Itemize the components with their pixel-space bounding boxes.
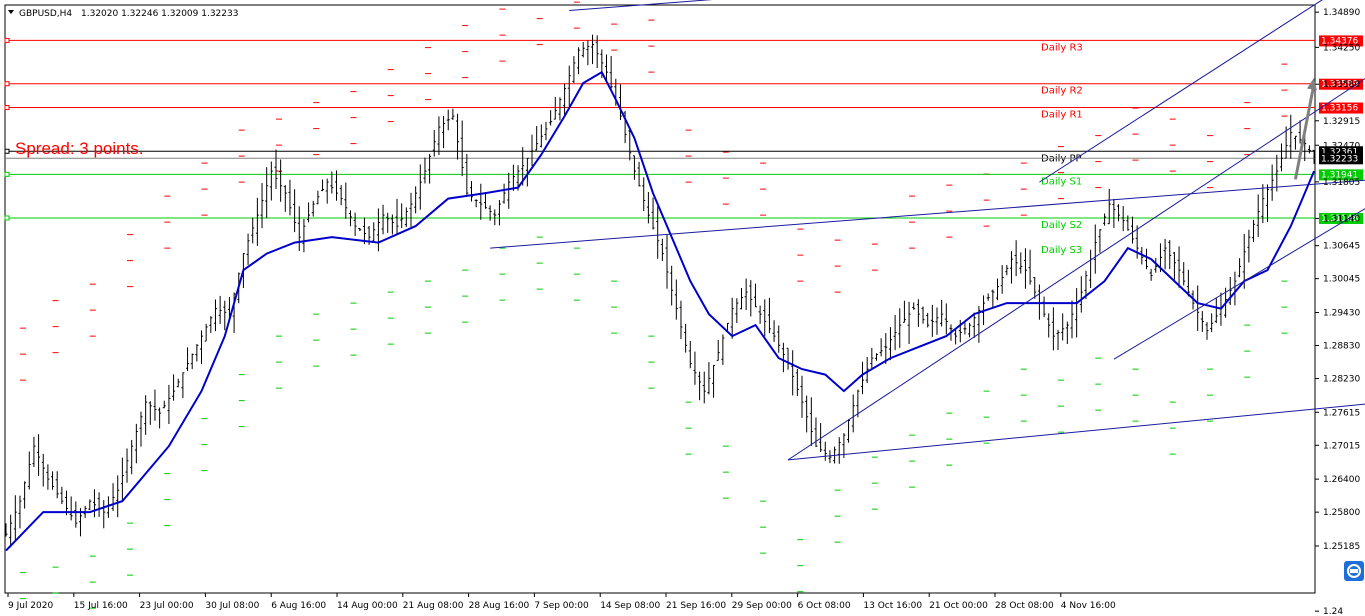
x-tick-label: 13 Oct 16:00 — [863, 601, 922, 611]
y-tick-label: 1.25800 — [1323, 508, 1360, 518]
pivot-line-handle[interactable] — [4, 81, 10, 87]
x-tick-label: 21 Oct 00:00 — [929, 601, 988, 611]
price-chart[interactable]: 1.34376Daily R31.33589Daily R21.33156Dai… — [0, 0, 1365, 616]
ohlc-values: 1.32020 1.32246 1.32009 1.32233 — [81, 9, 238, 19]
x-tick-label: 14 Aug 00:00 — [337, 601, 398, 611]
symbol-label: GBPUSD,H4 — [19, 9, 72, 19]
chart-background — [0, 0, 1365, 616]
pivot-line-handle[interactable] — [4, 171, 10, 177]
x-tick-label: 15 Jul 16:00 — [74, 601, 128, 611]
y-tick-label: 1.33580 — [1323, 80, 1360, 90]
pivot-line-handle[interactable] — [4, 105, 10, 111]
pivot-label: Daily R3 — [1041, 42, 1083, 53]
x-tick-label: 21 Aug 08:00 — [403, 601, 464, 611]
chart-window[interactable]: 1.34376 Daily R3 1.33589 Daily R2 1.33156 Dai… — [0, 0, 1365, 616]
y-tick-label: 1.31140 — [1323, 214, 1360, 224]
x-tick-label: 28 Aug 16:00 — [469, 601, 530, 611]
x-tick-label: 29 Sep 00:00 — [732, 601, 792, 611]
x-tick-label: 30 Jul 08:00 — [205, 601, 259, 611]
y-tick-label: 1.32470 — [1323, 141, 1360, 151]
y-tick-label: 1.30045 — [1323, 275, 1360, 285]
pivot-line-handle[interactable] — [4, 37, 10, 43]
x-tick-label: 9 Jul 2020 — [8, 601, 53, 611]
y-tick-label: 1.27015 — [1323, 441, 1360, 451]
one-click-trading-icon[interactable] — [1344, 561, 1364, 581]
y-tick-label: 1.34890 — [1323, 8, 1360, 18]
x-tick-label: 6 Oct 08:00 — [798, 601, 851, 611]
pivot-label: Daily S1 — [1041, 176, 1082, 187]
x-tick-label: 23 Jul 00:00 — [140, 601, 194, 611]
y-tick-label: 1.24 — [1323, 607, 1343, 616]
x-tick-label: 14 Sep 08:00 — [600, 601, 660, 611]
y-tick-label: 1.27615 — [1323, 408, 1360, 418]
x-tick-label: 4 Nov 16:00 — [1061, 601, 1116, 611]
y-tick-label: 1.29430 — [1323, 308, 1360, 318]
y-tick-label: 1.28230 — [1323, 374, 1360, 384]
x-tick-label: 6 Aug 16:00 — [271, 601, 326, 611]
pivot-line-handle[interactable] — [4, 215, 10, 221]
pivot-line-handle[interactable] — [4, 148, 10, 154]
pivot-price-tag-text: 1.33156 — [1321, 104, 1358, 114]
y-tick-label: 1.34250 — [1323, 43, 1360, 53]
spread-label: Spread: 3 points. — [15, 139, 144, 158]
x-tick-label: 21 Sep 16:00 — [666, 601, 726, 611]
pivot-label: Daily S2 — [1041, 220, 1082, 231]
x-tick-label: 28 Oct 08:00 — [995, 601, 1054, 611]
pivot-label: Daily S3 — [1041, 245, 1082, 256]
y-tick-label: 1.32915 — [1323, 117, 1360, 127]
current-price-tag-text: 1.32233 — [1321, 154, 1358, 164]
pivot-label: Daily R2 — [1041, 86, 1083, 97]
chart-header: GBPUSD,H4 1.32020 1.32246 1.32009 1.3223… — [8, 9, 238, 19]
pivot-label: Daily R1 — [1041, 110, 1083, 121]
y-tick-label: 1.25185 — [1323, 542, 1360, 552]
y-tick-label: 1.30645 — [1323, 242, 1360, 252]
y-tick-label: 1.28830 — [1323, 341, 1360, 351]
y-tick-label: 1.26400 — [1323, 475, 1360, 485]
y-tick-label: 1.31805 — [1323, 178, 1360, 188]
x-tick-label: 7 Sep 00:00 — [534, 601, 589, 611]
